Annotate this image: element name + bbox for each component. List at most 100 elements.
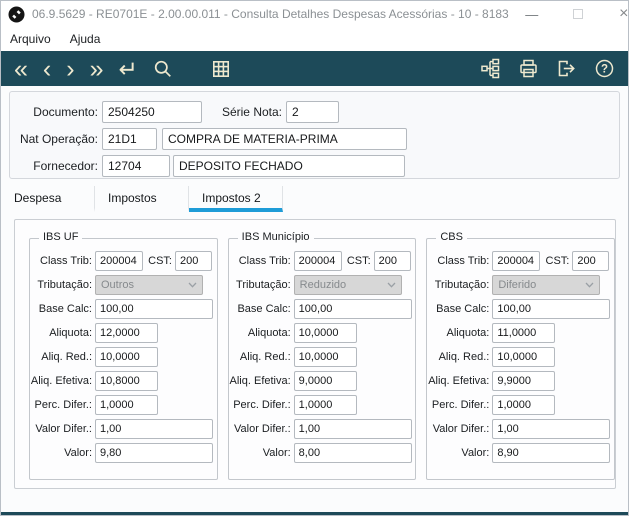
aliquota-label: Aliquota:	[247, 326, 291, 339]
aliq-red-label: Aliq. Red.:	[438, 350, 490, 363]
ibs-mun-perc-difer-field[interactable]	[293, 394, 357, 415]
valor-label: Valor:	[64, 446, 92, 459]
app-window: 06.9.5629 - RE0701E - 2.00.00.011 - Cons…	[0, 0, 629, 516]
serie-nota-field[interactable]	[286, 101, 339, 123]
ibs-mun-aliq-red-field[interactable]	[293, 346, 357, 367]
cbs-valor-field[interactable]	[492, 442, 611, 463]
chevron-down-icon	[188, 282, 197, 288]
exit-icon[interactable]	[556, 58, 577, 79]
groupbox-ibs-municipio: IBS Município Class Trib: CST: Tributaçã…	[227, 231, 417, 480]
cbs-aliq-red-field[interactable]	[492, 346, 556, 367]
aliq-efetiva-label: Aliq. Efetiva:	[229, 374, 291, 387]
cbs-aliq-efetiva-field[interactable]	[492, 370, 556, 391]
base-calc-label: Base Calc:	[436, 302, 490, 315]
cbs-class-trib-field[interactable]	[492, 250, 541, 271]
first-record-icon[interactable]: «	[14, 55, 28, 83]
fornecedor-label: Fornecedor:	[33, 159, 98, 173]
help-icon[interactable]: ?	[594, 58, 615, 79]
cbs-perc-difer-field[interactable]	[492, 394, 556, 415]
ibs-uf-aliq-red-field[interactable]	[95, 346, 158, 367]
ibs-uf-aliquota-field[interactable]	[95, 322, 158, 343]
ibs-uf-valor-field[interactable]	[95, 442, 213, 463]
valor-label: Valor:	[262, 446, 291, 459]
fornecedor-code-field[interactable]	[102, 155, 170, 177]
aliquota-label: Aliquota:	[49, 326, 92, 339]
close-icon[interactable]: ×	[601, 1, 628, 27]
search-icon[interactable]	[153, 59, 173, 79]
ibs-uf-cst-field[interactable]	[175, 250, 212, 271]
document-header-panel: Documento: Série Nota: Nat Operação: For…	[9, 91, 620, 179]
tributacao-value: Diferido	[498, 278, 537, 291]
cst-label: CST:	[346, 254, 371, 267]
aliq-efetiva-label: Aliq. Efetiva:	[30, 374, 92, 387]
valor-label: Valor:	[461, 446, 490, 459]
ibs-mun-valor-difer-field[interactable]	[293, 418, 412, 439]
cbs-base-calc-field[interactable]	[492, 298, 611, 319]
cbs-cst-field[interactable]	[572, 250, 610, 271]
cbs-valor-difer-field[interactable]	[492, 418, 611, 439]
ibs-mun-aliquota-field[interactable]	[293, 322, 357, 343]
tab-impostos-2[interactable]: Impostos 2	[189, 186, 283, 212]
aliq-efetiva-label: Aliq. Efetiva:	[428, 374, 490, 387]
groupbox-title: CBS	[436, 231, 467, 243]
tab-impostos[interactable]: Impostos	[95, 186, 189, 212]
ibs-mun-class-trib-field[interactable]	[293, 250, 342, 271]
impostos2-panel: IBS UF Class Trib: CST: Tributação: Outr…	[14, 219, 616, 489]
base-calc-label: Base Calc:	[38, 302, 92, 315]
ibs-uf-tributacao-select: Outros	[95, 274, 203, 295]
cbs-aliquota-field[interactable]	[492, 322, 556, 343]
ibs-uf-aliq-efetiva-field[interactable]	[95, 370, 158, 391]
title-bar: 06.9.5629 - RE0701E - 2.00.00.011 - Cons…	[1, 1, 628, 27]
nat-operacao-desc-field[interactable]	[162, 128, 407, 150]
ibs-mun-valor-field[interactable]	[293, 442, 412, 463]
documento-label: Documento:	[33, 105, 98, 119]
cst-label: CST:	[148, 254, 172, 267]
tributacao-label: Tributação:	[37, 278, 92, 291]
toolbar: « ‹ › » ↵ ?	[1, 51, 628, 86]
chevron-down-icon	[387, 282, 396, 288]
perc-difer-label: Perc. Difer.:	[233, 398, 291, 411]
aliq-red-label: Aliq. Red.:	[239, 350, 291, 363]
next-record-icon[interactable]: ›	[66, 55, 74, 83]
ibs-mun-cst-field[interactable]	[373, 250, 411, 271]
ibs-mun-base-calc-field[interactable]	[293, 298, 412, 319]
valor-difer-label: Valor Difer.:	[432, 422, 490, 435]
grid-icon[interactable]	[211, 59, 231, 79]
valor-difer-label: Valor Difer.:	[234, 422, 291, 435]
last-record-icon[interactable]: »	[90, 55, 104, 83]
tributacao-value: Outros	[101, 278, 135, 291]
chevron-down-icon	[585, 282, 594, 288]
valor-difer-label: Valor Difer.:	[35, 422, 92, 435]
minimize-icon[interactable]: —	[509, 1, 555, 27]
maximize-icon[interactable]	[555, 1, 601, 27]
groupbox-title: IBS UF	[39, 231, 83, 243]
ibs-uf-perc-difer-field[interactable]	[95, 394, 158, 415]
nat-operacao-label: Nat Operação:	[19, 132, 98, 146]
aliquota-label: Aliquota:	[446, 326, 490, 339]
fornecedor-desc-field[interactable]	[173, 155, 405, 177]
enter-icon[interactable]: ↵	[118, 55, 137, 83]
menu-ajuda[interactable]: Ajuda	[70, 32, 101, 46]
svg-text:?: ?	[601, 64, 608, 76]
ibs-uf-base-calc-field[interactable]	[95, 298, 213, 319]
class-trib-label: Class Trib:	[437, 254, 490, 267]
base-calc-label: Base Calc:	[237, 302, 291, 315]
groupbox-ibs-uf: IBS UF Class Trib: CST: Tributação: Outr…	[29, 231, 218, 480]
tributacao-label: Tributação:	[236, 278, 291, 291]
menu-arquivo[interactable]: Arquivo	[10, 32, 51, 46]
ibs-mun-aliq-efetiva-field[interactable]	[293, 370, 357, 391]
documento-field[interactable]	[102, 101, 202, 123]
tab-despesa[interactable]: Despesa	[1, 186, 95, 212]
ibs-uf-valor-difer-field[interactable]	[95, 418, 213, 439]
ibs-mun-tributacao-select: Reduzido	[293, 274, 402, 295]
menu-bar: Arquivo Ajuda	[1, 27, 628, 51]
aliq-red-label: Aliq. Red.:	[41, 350, 92, 363]
cbs-tributacao-select: Diferido	[492, 274, 601, 295]
structure-tree-icon[interactable]	[480, 58, 501, 79]
class-trib-label: Class Trib:	[238, 254, 291, 267]
nat-operacao-code-field[interactable]	[102, 128, 157, 150]
print-icon[interactable]	[518, 58, 539, 79]
ibs-uf-class-trib-field[interactable]	[95, 250, 143, 271]
perc-difer-label: Perc. Difer.:	[34, 398, 92, 411]
previous-record-icon[interactable]: ‹	[43, 55, 51, 83]
